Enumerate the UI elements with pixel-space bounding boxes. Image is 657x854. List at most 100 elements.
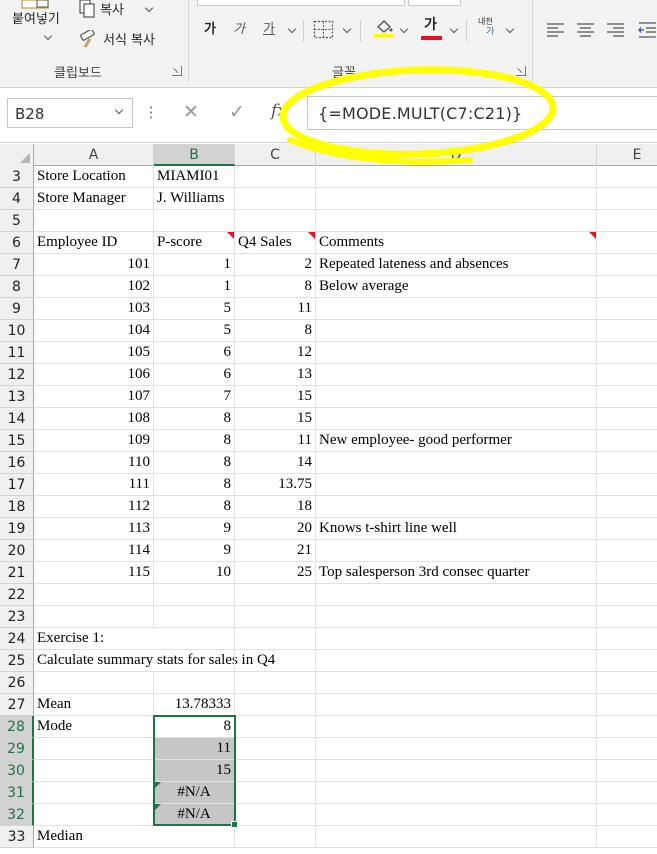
enter-icon[interactable]: ✓ <box>229 102 245 122</box>
cell-d[interactable] <box>316 760 597 782</box>
row-header[interactable]: 4 <box>0 188 34 210</box>
chevron-down-icon[interactable] <box>505 24 515 34</box>
row-header[interactable]: 29 <box>0 738 34 760</box>
cell-c[interactable]: 13.75 <box>235 474 316 496</box>
row-header[interactable]: 6 <box>0 232 34 254</box>
cell-e[interactable] <box>597 826 657 848</box>
cell-c[interactable] <box>235 628 316 650</box>
cell-d[interactable] <box>316 452 597 474</box>
cell-a[interactable]: 110 <box>34 452 154 474</box>
cell-b[interactable]: 6 <box>154 364 235 386</box>
cell-b[interactable] <box>154 628 235 650</box>
row-header[interactable]: 10 <box>0 320 34 342</box>
cell-b[interactable] <box>154 584 235 606</box>
cell-a[interactable] <box>34 672 154 694</box>
cell-e[interactable] <box>597 584 657 606</box>
cell-d[interactable] <box>316 716 597 738</box>
cell-a[interactable]: Mean <box>34 694 154 716</box>
cell-a[interactable]: 106 <box>34 364 154 386</box>
cell-b[interactable] <box>154 210 235 232</box>
cell-e[interactable] <box>597 320 657 342</box>
cell-e[interactable] <box>597 562 657 584</box>
row-header[interactable]: 25 <box>0 650 34 672</box>
cell-d[interactable] <box>316 584 597 606</box>
cell-d[interactable] <box>316 672 597 694</box>
error-indicator[interactable] <box>154 782 161 789</box>
cell-e[interactable] <box>597 408 657 430</box>
cell-d[interactable] <box>316 320 597 342</box>
cell-e[interactable] <box>597 276 657 298</box>
row-header[interactable]: 32 <box>0 804 34 826</box>
cell-d[interactable] <box>316 804 597 826</box>
cell-d[interactable] <box>316 694 597 716</box>
cell-c[interactable] <box>235 166 316 188</box>
cell-a[interactable]: 104 <box>34 320 154 342</box>
row-header[interactable]: 8 <box>0 276 34 298</box>
cell-a[interactable] <box>34 738 154 760</box>
font-color-button[interactable]: 가 <box>424 17 437 33</box>
cell-d[interactable] <box>316 408 597 430</box>
column-header-d[interactable]: D <box>316 144 597 166</box>
cell-c[interactable] <box>235 606 316 628</box>
borders-icon[interactable] <box>313 20 335 40</box>
worksheet[interactable]: A B C D E 3 Store Location MIAMI01 4 Store M… <box>0 144 657 854</box>
cell-e[interactable] <box>597 496 657 518</box>
cell-b[interactable] <box>154 672 235 694</box>
cell-c[interactable]: 18 <box>235 496 316 518</box>
cell-e[interactable] <box>597 540 657 562</box>
cell-e[interactable] <box>597 738 657 760</box>
comment-indicator[interactable] <box>227 232 234 239</box>
cell-d[interactable]: Repeated lateness and absences <box>316 254 597 276</box>
cell-a[interactable]: 105 <box>34 342 154 364</box>
cell-a[interactable] <box>34 782 154 804</box>
cell-b[interactable]: 8 <box>154 452 235 474</box>
cell-c[interactable]: 13 <box>235 364 316 386</box>
row-header[interactable]: 7 <box>0 254 34 276</box>
cell-d[interactable] <box>316 540 597 562</box>
error-indicator[interactable] <box>154 804 161 811</box>
row-header[interactable]: 5 <box>0 210 34 232</box>
cell-b[interactable]: 8 <box>154 716 235 738</box>
cell-c[interactable] <box>235 826 316 848</box>
cell-a[interactable]: Store Manager <box>34 188 154 210</box>
cell-a[interactable] <box>34 584 154 606</box>
cell-c[interactable]: 21 <box>235 540 316 562</box>
font-size-box[interactable] <box>408 0 461 6</box>
cell-d[interactable] <box>316 166 597 188</box>
row-header[interactable]: 3 <box>0 166 34 188</box>
row-header[interactable]: 13 <box>0 386 34 408</box>
row-header[interactable]: 20 <box>0 540 34 562</box>
cell-a[interactable]: 103 <box>34 298 154 320</box>
cell-b[interactable]: 8 <box>154 474 235 496</box>
cell-b[interactable] <box>154 826 235 848</box>
cell-c[interactable] <box>235 210 316 232</box>
cell-a[interactable]: 112 <box>34 496 154 518</box>
cell-a[interactable]: 111 <box>34 474 154 496</box>
cell-e[interactable] <box>597 628 657 650</box>
cell-a[interactable]: 108 <box>34 408 154 430</box>
cell-d[interactable] <box>316 782 597 804</box>
row-header[interactable]: 31 <box>0 782 34 804</box>
cell-a[interactable]: 114 <box>34 540 154 562</box>
phonetic-guide-label[interactable]: 내천 <box>478 17 493 27</box>
cell-d[interactable]: Knows t-shirt line well <box>316 518 597 540</box>
row-header[interactable]: 16 <box>0 452 34 474</box>
italic-button[interactable]: 가 <box>233 22 245 38</box>
cell-a[interactable]: 102 <box>34 276 154 298</box>
formula-input[interactable]: {=MODE.MULT(C7:C21)} <box>307 96 657 130</box>
chevron-down-icon[interactable] <box>342 24 352 34</box>
cell-c[interactable]: 15 <box>235 386 316 408</box>
cell-d[interactable]: Top salesperson 3rd consec quarter <box>316 562 597 584</box>
cell-e[interactable] <box>597 782 657 804</box>
row-header[interactable]: 33 <box>0 826 34 848</box>
cell-c[interactable] <box>235 738 316 760</box>
cell-d[interactable] <box>316 826 597 848</box>
fill-color-icon[interactable] <box>373 17 395 39</box>
cell-b[interactable]: 10 <box>154 562 235 584</box>
cell-e[interactable] <box>597 430 657 452</box>
cell-e[interactable] <box>597 298 657 320</box>
cell-b[interactable]: P-score <box>154 232 235 254</box>
cell-c[interactable]: Q4 Sales <box>235 232 316 254</box>
cell-e[interactable] <box>597 716 657 738</box>
cell-e[interactable] <box>597 210 657 232</box>
